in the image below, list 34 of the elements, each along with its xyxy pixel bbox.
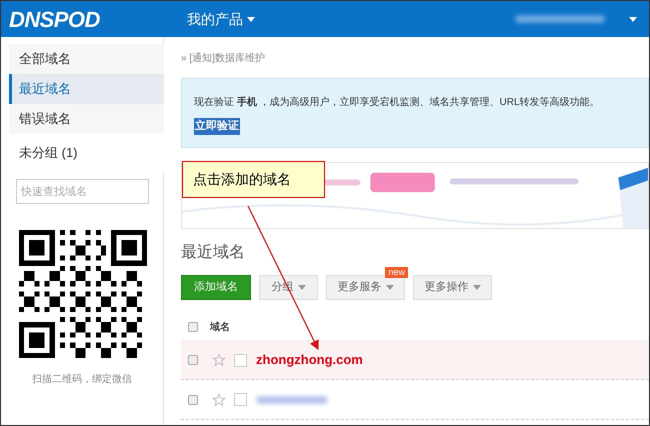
breadcrumb[interactable]: » [通知]数据库维护 bbox=[181, 51, 649, 66]
row-checkbox[interactable] bbox=[188, 355, 198, 365]
add-domain-button[interactable]: 添加域名 bbox=[181, 275, 251, 300]
caret-icon bbox=[472, 285, 480, 290]
star-icon[interactable] bbox=[212, 392, 226, 406]
select-all-checkbox[interactable] bbox=[188, 322, 198, 332]
notice-text: 现在验证 手机 ，成为高级用户，立即享受宕机监测、域名共享管理、URL转发等高级功能。 bbox=[194, 96, 601, 110]
sidebar-item[interactable]: 错误域名 bbox=[9, 104, 164, 134]
domain-name[interactable]: zhongzhong.com bbox=[256, 350, 363, 370]
logo: DNSPOD bbox=[9, 6, 101, 34]
caret-icon bbox=[247, 16, 255, 22]
dropdown-button[interactable]: 更多操作 bbox=[413, 275, 492, 300]
sidebar-item[interactable]: 全部域名 bbox=[9, 44, 164, 74]
qr-caption: 扫描二维码，绑定微信 bbox=[32, 372, 132, 387]
row-tag-box[interactable] bbox=[234, 393, 247, 406]
blurred-domain[interactable] bbox=[256, 396, 328, 404]
dropdown-button[interactable]: 更多服务 bbox=[326, 275, 405, 300]
section-title: 最近域名 bbox=[181, 242, 246, 263]
caret-icon bbox=[386, 285, 394, 290]
caret-icon bbox=[629, 16, 637, 22]
column-header: 域名 bbox=[210, 320, 230, 334]
row-checkbox[interactable] bbox=[188, 394, 198, 404]
products-menu[interactable]: 我的产品 bbox=[187, 8, 255, 30]
domain-row[interactable]: zhongzhong.com bbox=[181, 340, 649, 380]
verify-link[interactable]: 立即验证 bbox=[194, 118, 240, 134]
sidebar-item[interactable]: 最近域名 bbox=[9, 74, 164, 104]
account-email[interactable] bbox=[515, 15, 605, 23]
star-icon[interactable] bbox=[212, 353, 226, 367]
sidebar-item[interactable]: 未分组 (1) bbox=[9, 134, 164, 172]
callout-box: 点击添加的域名 bbox=[182, 161, 325, 198]
row-tag-box[interactable] bbox=[234, 354, 247, 366]
search-field[interactable]: 快速查找域名 bbox=[16, 179, 149, 204]
new-badge: new bbox=[385, 267, 408, 278]
caret-icon bbox=[298, 285, 306, 290]
